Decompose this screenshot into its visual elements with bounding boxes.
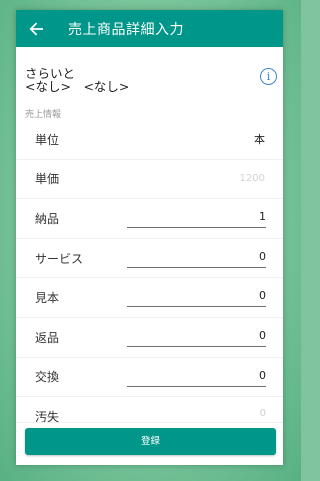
row-return: 返品 0 [16,318,283,358]
register-button[interactable]: 登録 [25,428,276,455]
sample-label: 見本 [35,291,60,306]
form-list: 単位 本 単価 1200 納品 1 サービス 0 見本 0 返品 0 交換 0 … [16,120,283,437]
delivery-input[interactable]: 1 [127,210,266,229]
footer-bar: 登録 [16,422,283,465]
app-screen: 売上商品詳細入力 さらいと <なし> <なし> i 売上情報 単位 本 単価 1… [16,10,283,465]
exchange-input[interactable]: 0 [127,369,266,387]
return-label: 返品 [35,330,60,345]
unit-label: 単位 [35,132,60,147]
sample-input[interactable]: 0 [127,289,266,308]
arrow-left-icon [29,22,43,35]
customer-header: さらいと <なし> <なし> i [16,47,283,101]
customer-subinfo: <なし> <なし> [25,79,130,94]
row-exchange: 交換 0 [16,358,283,398]
row-unit-price: 単価 1200 [16,160,283,200]
service-input[interactable]: 0 [127,250,266,268]
back-button[interactable] [20,10,52,47]
info-icon[interactable]: i [260,68,277,85]
exchange-label: 交換 [35,370,60,385]
service-label: サービス [35,251,84,266]
unit-price-label: 単価 [35,172,60,187]
unit-price-value: 1200 [239,173,265,185]
app-bar: 売上商品詳細入力 [16,10,283,47]
return-input[interactable]: 0 [127,329,266,347]
row-service: サービス 0 [16,239,283,279]
row-sample: 見本 0 [16,278,283,318]
unit-value: 本 [254,133,265,147]
page-title: 売上商品詳細入力 [68,21,184,38]
row-unit: 単位 本 [16,120,283,160]
row-delivery: 納品 1 [16,199,283,239]
section-label: 売上情報 [25,110,62,120]
delivery-label: 納品 [35,211,60,226]
